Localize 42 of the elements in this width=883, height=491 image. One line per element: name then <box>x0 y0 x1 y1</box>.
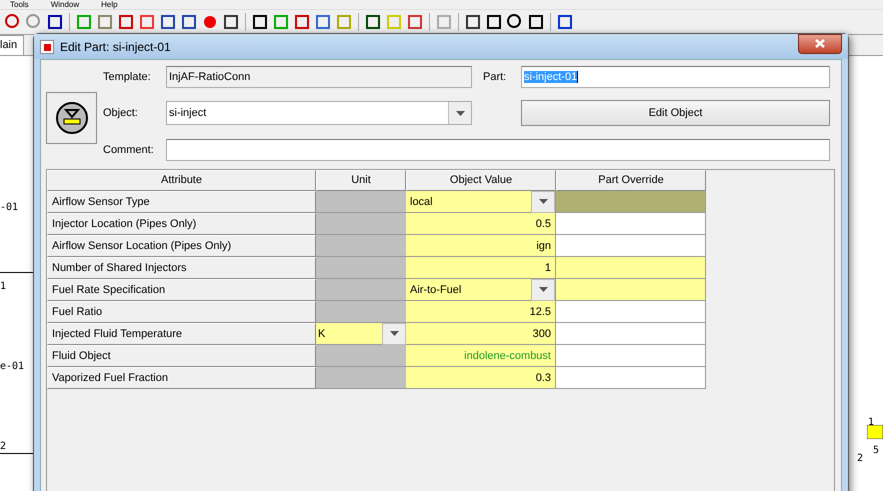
value-cell[interactable]: 1 <box>406 257 556 279</box>
reference-cell[interactable]: indolene-combust <box>406 345 556 367</box>
attribute-cell: Injector Location (Pipes Only) <box>47 213 316 235</box>
field-label: Part: <box>482 71 508 83</box>
part-label: -01 <box>0 202 18 213</box>
canvas-tab[interactable]: lain <box>0 35 24 55</box>
value-cell[interactable]: 300 <box>406 323 556 345</box>
unit-dropdown[interactable]: K <box>316 323 406 345</box>
value-cell[interactable]: 0.3 <box>406 367 556 389</box>
object-dropdown[interactable]: si-inject <box>166 101 472 125</box>
menu-item[interactable]: Tools <box>10 1 29 9</box>
column-header[interactable]: Unit <box>316 170 406 191</box>
port-label: 1 <box>868 417 874 428</box>
port-label: 5 <box>873 445 880 456</box>
attribute-cell: Fuel Rate Specification <box>47 279 316 301</box>
attribute-cell: Vaporized Fuel Fraction <box>47 367 316 389</box>
column-header[interactable]: Part Override <box>556 170 706 191</box>
menu-item[interactable]: Window <box>50 1 80 9</box>
field-label: Object: <box>103 107 139 119</box>
attribute-cell: Fluid Object <box>47 345 316 367</box>
value-cell[interactable]: ign <box>406 235 556 257</box>
port-label: 2 <box>857 453 864 464</box>
value-dropdown[interactable]: Air-to-Fuel <box>406 279 556 301</box>
field-label: Comment: <box>103 144 155 156</box>
attribute-cell: Number of Shared Injectors <box>47 257 316 279</box>
edit-object-button[interactable]: Edit Object <box>521 100 830 126</box>
attribute-cell: Fuel Ratio <box>47 301 316 323</box>
part-label: e-01 <box>0 361 24 372</box>
value-dropdown[interactable]: local <box>406 191 556 213</box>
field-label: Template: <box>103 71 152 83</box>
part-label: 2 <box>0 441 6 452</box>
column-header[interactable]: Attribute <box>47 170 316 191</box>
part-label: 1 <box>0 281 6 292</box>
value-cell[interactable]: 0.5 <box>406 213 556 235</box>
window-title: Edit Part: si-inject-01 <box>60 40 172 54</box>
attribute-cell: Airflow Sensor Location (Pipes Only) <box>47 235 316 257</box>
template-field[interactable]: InjAF-RatioConn <box>166 66 472 88</box>
attribute-cell: Injected Fluid Temperature <box>47 323 316 345</box>
column-header[interactable]: Object Value <box>406 170 556 191</box>
value-cell[interactable]: 12.5 <box>406 301 556 323</box>
attribute-cell: Airflow Sensor Type <box>47 191 316 213</box>
menu-item[interactable]: Help <box>101 1 118 9</box>
